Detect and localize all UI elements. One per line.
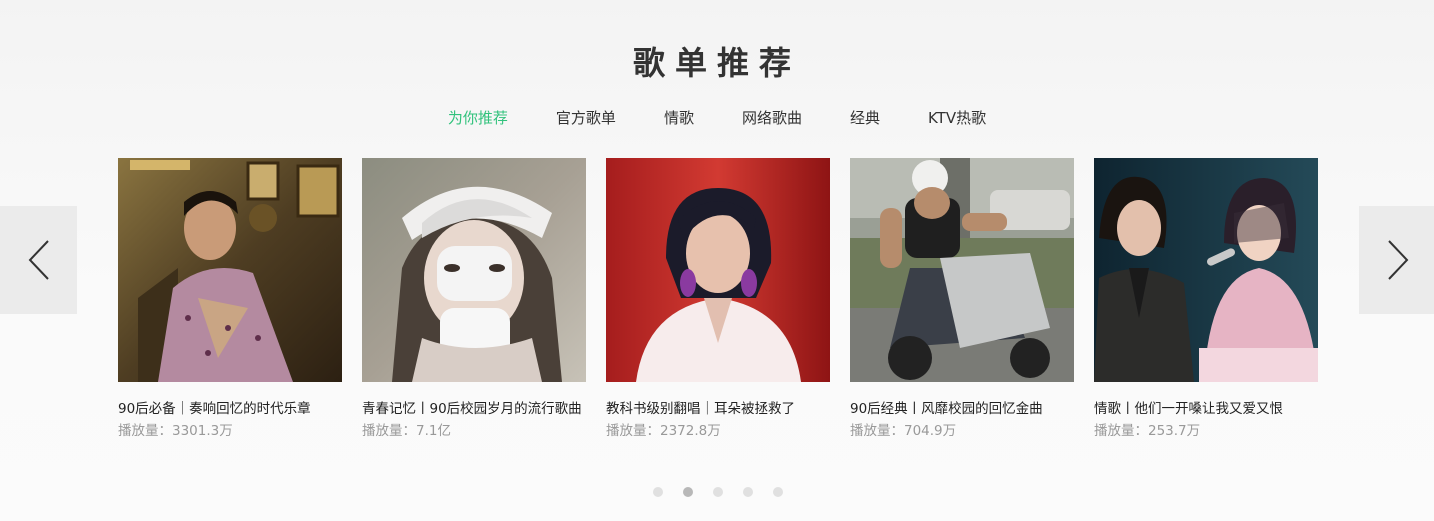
playlist-cards: 90后必备｜奏响回忆的时代乐章 播放量：3301.3万 青春记忆丨90后校园岁月…: [118, 158, 1318, 442]
cover-image-singer-pink-jacket: [118, 158, 342, 382]
playlist-recommend-section: 歌单推荐 为你推荐 官方歌单 情歌 网络歌曲 经典 KTV热歌 90后必备｜奏响…: [0, 0, 1434, 521]
playlist-title[interactable]: 教科书级别翻唱｜耳朵被拯救了: [606, 398, 830, 420]
pagination-dot[interactable]: [743, 487, 753, 497]
cover-image-illustrated-girl-mask: [362, 158, 586, 382]
playlist-cover[interactable]: [1094, 158, 1318, 382]
playlist-card[interactable]: 青春记忆丨90后校园岁月的流行歌曲 播放量：7.1亿: [362, 158, 586, 442]
play-count: 播放量：704.9万: [850, 423, 957, 439]
tab-for-you[interactable]: 为你推荐: [424, 108, 532, 128]
cover-image-singer-red-backdrop: [606, 158, 830, 382]
next-button[interactable]: [1359, 206, 1434, 314]
playlist-title[interactable]: 90后经典丨风靡校园的回忆金曲: [850, 398, 1074, 420]
pagination-dot[interactable]: [653, 487, 663, 497]
play-count: 播放量：3301.3万: [118, 423, 233, 439]
playlist-cover[interactable]: [606, 158, 830, 382]
tab-official[interactable]: 官方歌单: [532, 108, 640, 128]
tab-love-songs[interactable]: 情歌: [640, 108, 718, 128]
pagination-dot-active[interactable]: [683, 487, 693, 497]
tab-internet-songs[interactable]: 网络歌曲: [718, 108, 826, 128]
play-count: 播放量：253.7万: [1094, 423, 1201, 439]
cover-image-duet-singers: [1094, 158, 1318, 382]
playlist-card[interactable]: 90后必备｜奏响回忆的时代乐章 播放量：3301.3万: [118, 158, 342, 442]
playlist-cover[interactable]: [118, 158, 342, 382]
playlist-title[interactable]: 青春记忆丨90后校园岁月的流行歌曲: [362, 398, 586, 420]
tab-ktv[interactable]: KTV热歌: [904, 108, 1010, 128]
playlist-cover[interactable]: [850, 158, 1074, 382]
chevron-left-icon: [28, 240, 49, 280]
playlist-title[interactable]: 90后必备｜奏响回忆的时代乐章: [118, 398, 342, 420]
carousel-pagination: [653, 487, 783, 497]
tab-classics[interactable]: 经典: [826, 108, 904, 128]
category-tabs: 为你推荐 官方歌单 情歌 网络歌曲 经典 KTV热歌: [0, 108, 1434, 128]
playlist-card[interactable]: 教科书级别翻唱｜耳朵被拯救了 播放量：2372.8万: [606, 158, 830, 442]
playlist-title[interactable]: 情歌丨他们一开嗓让我又爱又恨: [1094, 398, 1318, 420]
chevron-right-icon: [1387, 240, 1408, 280]
cover-image-man-on-scooter: [850, 158, 1074, 382]
prev-button[interactable]: [0, 206, 77, 314]
play-count: 播放量：2372.8万: [606, 423, 721, 439]
section-title: 歌单推荐: [632, 44, 801, 82]
play-count: 播放量：7.1亿: [362, 423, 451, 439]
playlist-card[interactable]: 90后经典丨风靡校园的回忆金曲 播放量：704.9万: [850, 158, 1074, 442]
playlist-card[interactable]: 情歌丨他们一开嗓让我又爱又恨 播放量：253.7万: [1094, 158, 1318, 442]
pagination-dot[interactable]: [773, 487, 783, 497]
pagination-dot[interactable]: [713, 487, 723, 497]
playlist-cover[interactable]: [362, 158, 586, 382]
